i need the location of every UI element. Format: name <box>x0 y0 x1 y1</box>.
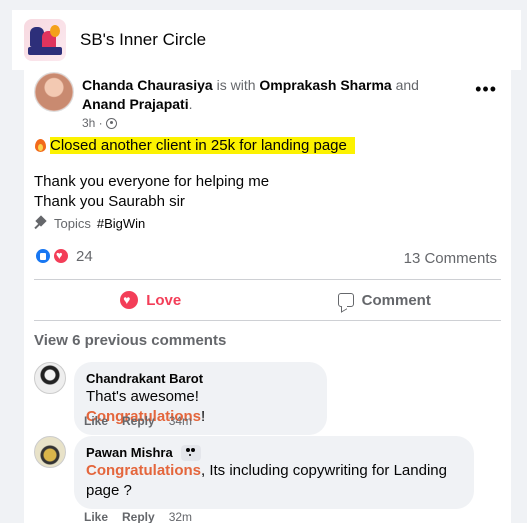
love-button[interactable]: Love <box>34 280 268 320</box>
divider <box>34 320 501 321</box>
group-avatar[interactable] <box>24 19 66 61</box>
topics-label: Topics <box>54 216 91 231</box>
hashtag-link[interactable]: #BigWin <box>97 216 145 231</box>
love-label: Love <box>146 291 182 309</box>
reactions-summary[interactable]: 24 <box>34 247 93 265</box>
comment-text: Congratulations, Its including copywriti… <box>86 462 447 499</box>
tagged-person-1[interactable]: Omprakash Sharma <box>259 77 391 93</box>
body-line-1: Thank you everyone for helping me <box>34 173 270 190</box>
pin-icon <box>34 217 48 231</box>
commenter-name[interactable]: Chandrakant Barot <box>86 370 315 387</box>
post-time[interactable]: 3h · <box>82 116 103 130</box>
reaction-count: 24 <box>76 247 93 265</box>
post-actions: Love Comment <box>34 280 501 320</box>
comment-like-button[interactable]: Like <box>84 414 108 428</box>
tagged-person-2[interactable]: Anand Prajapati <box>82 96 189 112</box>
like-reaction-icon <box>34 247 52 265</box>
love-icon <box>120 291 139 309</box>
view-previous-comments[interactable]: View 6 previous comments <box>34 332 226 349</box>
highlight-text: Closed another client in 25k for landing… <box>50 137 355 154</box>
post-card: Chanda Chaurasiya is with Omprakash Shar… <box>24 66 511 523</box>
fire-icon <box>34 137 47 152</box>
comment-time[interactable]: 34m <box>169 414 192 428</box>
commenter-avatar[interactable] <box>34 436 66 468</box>
author-name[interactable]: Chanda Chaurasiya <box>82 77 213 93</box>
group-title[interactable]: SB's Inner Circle <box>80 30 206 50</box>
comment-actions: Like Reply 32m <box>84 510 192 523</box>
comment-button[interactable]: Comment <box>268 280 502 320</box>
more-options-icon[interactable]: ••• <box>475 80 497 98</box>
comment-reply-button[interactable]: Reply <box>122 414 155 428</box>
author-avatar[interactable] <box>34 72 74 112</box>
comments-count[interactable]: 13 Comments <box>404 250 497 267</box>
highlight-line: Closed another client in 25k for landing… <box>34 136 501 156</box>
body-line-2: Thank you Saurabh sir <box>34 193 185 210</box>
post-meta: 3h · <box>82 116 117 130</box>
rising-contributor-badge-icon[interactable] <box>180 444 201 461</box>
commenter-avatar[interactable] <box>34 362 66 394</box>
comment-label: Comment <box>361 291 431 309</box>
comment-icon <box>337 293 354 307</box>
comment-like-button[interactable]: Like <box>84 510 108 523</box>
author-line: Chanda Chaurasiya is with Omprakash Shar… <box>82 77 419 112</box>
post-body: Closed another client in 25k for landing… <box>34 136 501 212</box>
group-header: SB's Inner Circle <box>12 10 521 70</box>
commenter-name-row: Pawan Mishra <box>86 444 462 461</box>
love-reaction-icon <box>52 247 70 265</box>
with-text: is with <box>216 77 256 93</box>
comment-reply-button[interactable]: Reply <box>122 510 155 523</box>
comment-time[interactable]: 32m <box>169 510 192 523</box>
comment-bubble: Pawan Mishra Congratulations, Its includ… <box>74 436 474 509</box>
comment-actions: Like Reply 34m <box>84 414 192 428</box>
commenter-name[interactable]: Pawan Mishra <box>86 444 173 461</box>
mention-congratulations: Congratulations <box>86 462 201 479</box>
post-header: Chanda Chaurasiya is with Omprakash Shar… <box>34 72 501 130</box>
and-text: and <box>395 77 419 93</box>
globe-icon <box>105 117 117 129</box>
topics-row: Topics #BigWin <box>34 216 145 231</box>
